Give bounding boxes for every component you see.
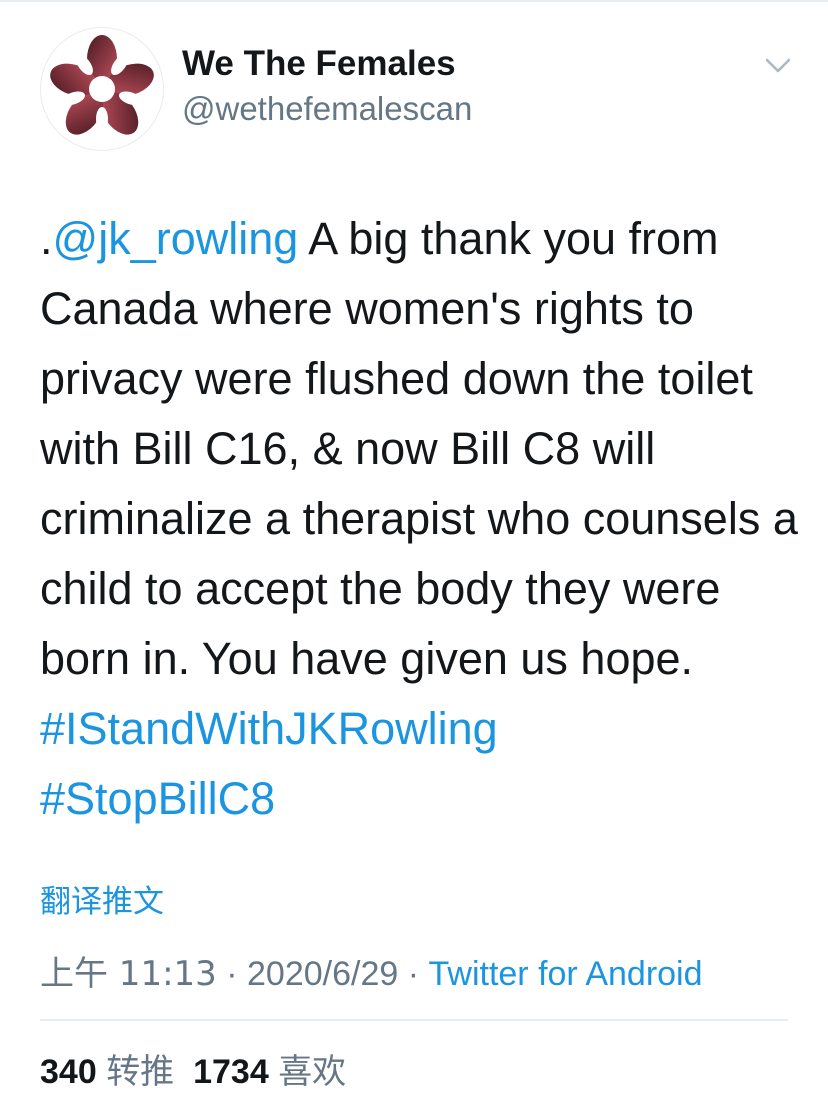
tweet-body: A big thank you from Canada where women'… xyxy=(40,213,798,684)
mention-link[interactable]: @jk_rowling xyxy=(53,213,299,264)
top-divider xyxy=(0,0,828,2)
stats-divider xyxy=(40,1019,788,1021)
translate-tweet-link[interactable]: 翻译推文 xyxy=(40,876,164,921)
tweet-meta: 上午 11:13 · 2020/6/29 · Twitter for Andro… xyxy=(40,946,703,995)
tweet-date: 2020/6/29 xyxy=(247,955,399,993)
hashtag-link[interactable]: #StopBillC8 xyxy=(40,773,275,824)
retweets-stat[interactable]: 340 转推 xyxy=(40,1052,175,1092)
likes-stat[interactable]: 1734 喜欢 xyxy=(193,1052,347,1092)
tweet-source-link[interactable]: Twitter for Android xyxy=(429,955,703,993)
tweet-time: 上午 11:13 xyxy=(40,954,217,994)
chevron-down-icon[interactable] xyxy=(762,52,794,78)
retweets-count: 340 xyxy=(40,1053,97,1091)
meta-separator: · xyxy=(398,955,429,993)
tweet-prefix: . xyxy=(40,213,53,264)
display-name[interactable]: We The Females xyxy=(182,44,456,84)
hashtag-link[interactable]: #IStandWithJKRowling xyxy=(40,703,498,754)
avatar[interactable] xyxy=(40,27,164,151)
meta-separator: · xyxy=(216,955,248,993)
tweet-stats: 340 转推 1734 喜欢 xyxy=(40,1044,346,1093)
user-handle[interactable]: @wethefemalescan xyxy=(182,90,472,128)
likes-count: 1734 xyxy=(193,1053,269,1091)
flower-logo-icon xyxy=(50,35,154,135)
likes-label: 喜欢 xyxy=(278,1052,347,1092)
retweets-label: 转推 xyxy=(106,1052,175,1092)
tweet-text: .@jk_rowling A big thank you from Canada… xyxy=(40,204,800,834)
